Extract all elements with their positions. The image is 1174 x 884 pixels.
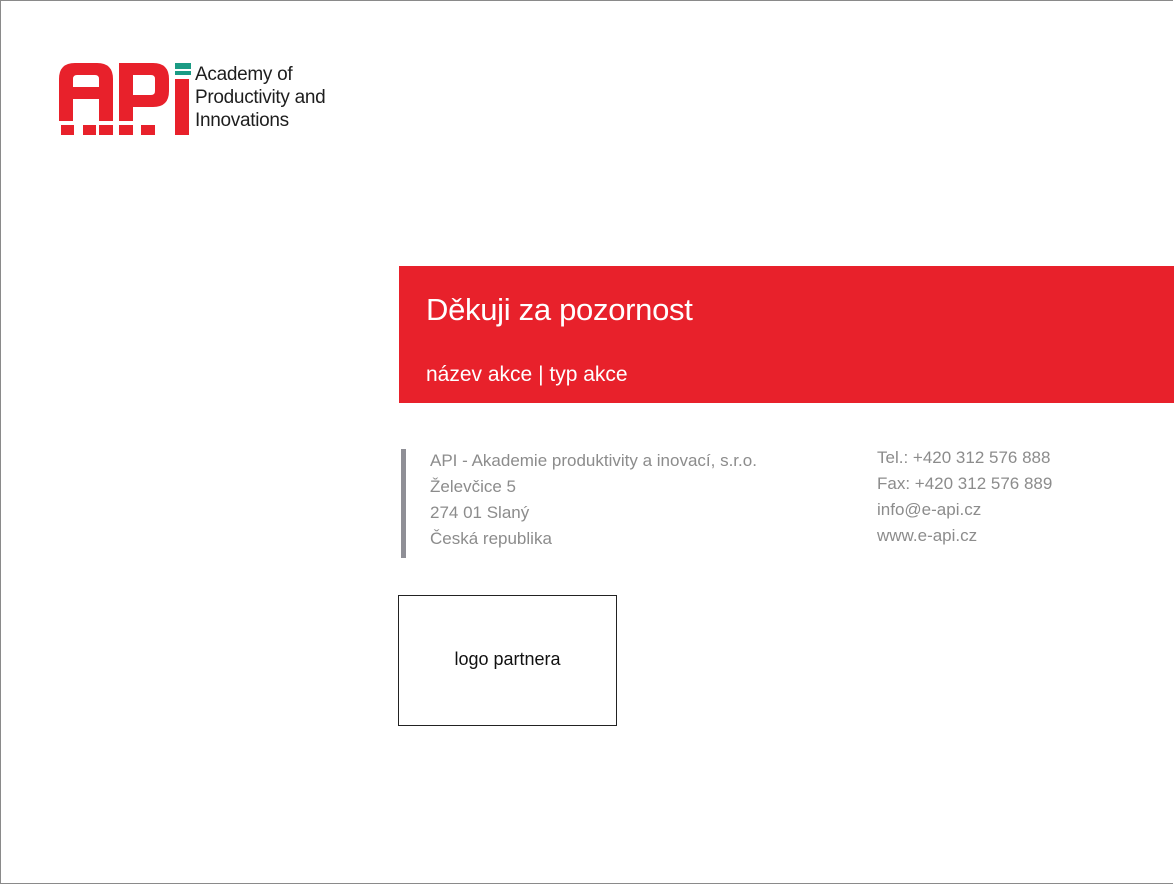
api-logo-mark-icon — [59, 63, 191, 135]
address-line: 274 01 Slaný — [430, 503, 530, 522]
logo-tagline: Academy of Productivity and Innovations — [195, 63, 326, 132]
address-line: Česká republika — [430, 529, 552, 548]
api-logo: Academy of Productivity and Innovations — [59, 61, 359, 141]
company-contact: Tel.: +420 312 576 888 Fax: +420 312 576… — [877, 445, 1052, 549]
partner-logo-label: logo partnera — [454, 649, 561, 669]
company-address: API - Akademie produktivity a inovací, s… — [430, 448, 757, 552]
contact-fax: Fax: +420 312 576 889 — [877, 474, 1053, 493]
logo-tagline-line: Academy of — [195, 64, 293, 85]
contact-email[interactable]: info@e-api.cz — [877, 497, 1052, 523]
logo-tagline-line: Productivity and — [195, 87, 326, 108]
title-banner: Děkuji za pozornost název akce | typ akc… — [399, 266, 1174, 403]
banner-subtitle: název akce | typ akce — [426, 363, 628, 386]
address-line: Želevčice 5 — [430, 477, 516, 496]
address-accent-bar — [401, 449, 406, 558]
slide: Academy of Productivity and Innovations … — [0, 0, 1174, 884]
contact-website[interactable]: www.e-api.cz — [877, 523, 1052, 549]
banner-title: Děkuji za pozornost — [426, 292, 693, 327]
partner-logo-placeholder: logo partnera — [398, 595, 617, 726]
address-line: API - Akademie produktivity a inovací, s… — [430, 451, 757, 470]
logo-tagline-line: Innovations — [195, 110, 289, 131]
contact-phone: Tel.: +420 312 576 888 — [877, 448, 1051, 467]
